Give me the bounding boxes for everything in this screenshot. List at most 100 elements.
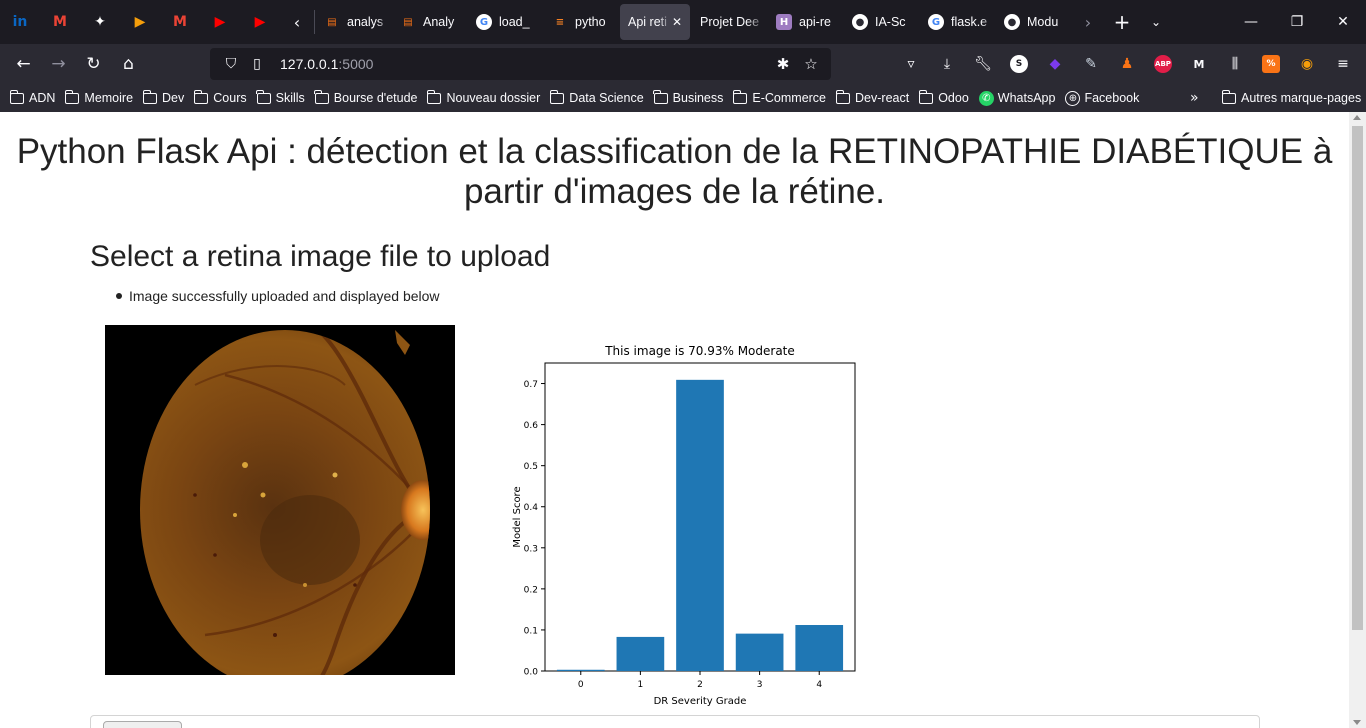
browser-tab[interactable]: ▤ analys: [316, 4, 390, 40]
browser-tab[interactable]: ▤ Analy: [392, 4, 466, 40]
address-bar[interactable]: ⛉ ▯ 127.0.0.1:5000 ✱ ☆: [210, 48, 831, 80]
bookmark-item[interactable]: Dev: [142, 89, 184, 105]
bar-grade-0: [556, 669, 605, 671]
browser-tab[interactable]: Hapi-re: [768, 4, 842, 40]
scrollbar-thumb[interactable]: [1352, 126, 1363, 630]
purple-gem-icon[interactable]: ◆: [1037, 44, 1073, 84]
bookmark-item[interactable]: Dev-react: [835, 89, 909, 105]
stackoverflow-icon: ≡: [555, 16, 565, 28]
folder-icon: [314, 89, 329, 104]
close-tab-icon[interactable]: ✕: [672, 15, 686, 29]
tabs-scroll-left-icon[interactable]: ‹: [280, 0, 314, 44]
color-picker-icon[interactable]: ✎: [1073, 44, 1109, 84]
restore-icon[interactable]: ❐: [1274, 0, 1320, 44]
folder-icon: [256, 89, 271, 104]
linkedin-icon[interactable]: in: [0, 0, 40, 44]
tabs-scroll-right-icon[interactable]: ›: [1071, 0, 1105, 44]
m-extension-icon[interactable]: M: [1181, 44, 1217, 84]
bookmark-item[interactable]: Business: [653, 89, 723, 105]
bookmark-item[interactable]: Data Science: [549, 89, 644, 105]
bookmark-star-icon[interactable]: ☆: [797, 55, 825, 73]
bookmark-item[interactable]: E-Commerce: [732, 89, 827, 105]
extension-bug-icon[interactable]: ✱: [769, 55, 797, 73]
web-page: Python Flask Api : détection et la class…: [0, 112, 1349, 728]
tab-title: analys: [347, 15, 384, 29]
book-icon: ▤: [403, 16, 413, 28]
youtube-icon[interactable]: ▶: [200, 0, 240, 44]
y-tick-label: 0.1: [524, 626, 538, 636]
heroku-icon: H: [776, 14, 792, 30]
bookmark-item[interactable]: ✆ WhatsApp: [978, 90, 1056, 106]
tab-title: pytho: [575, 15, 606, 29]
other-bookmarks[interactable]: Autres marque-pages: [1221, 84, 1361, 112]
bookmark-item[interactable]: Nouveau dossier: [426, 89, 540, 105]
bookmarks-toolbar: ADN Memoire Dev Cours Skills Bourse d'etude No…: [0, 84, 1366, 112]
retina-fundus-picture: [105, 325, 455, 675]
bookmark-label: Odoo: [938, 91, 969, 105]
x-tick-label: 0: [578, 680, 584, 690]
browser-window: in M ✦ ▶ M ▶ ▶ ‹ ▤ analys ▤ Analy Gload_ ≡ pytho Api …: [0, 0, 1366, 728]
pocket-icon[interactable]: ▿: [893, 44, 929, 84]
bookmark-label: WhatsApp: [997, 91, 1056, 105]
bookmark-item[interactable]: Cours: [193, 89, 247, 105]
bookmark-label: E-Commerce: [752, 91, 827, 105]
percent-extension-icon[interactable]: %: [1253, 44, 1289, 84]
menu-icon[interactable]: ≡: [1325, 44, 1361, 84]
wrench-icon[interactable]: 🔧︎: [965, 44, 1001, 84]
forward-icon[interactable]: →: [41, 48, 76, 80]
bar-grade-2: [676, 379, 724, 671]
download-icon[interactable]: ⤓: [929, 44, 965, 84]
scroll-down-icon[interactable]: [1353, 720, 1361, 725]
skype-icon[interactable]: S: [1001, 44, 1037, 84]
minimize-icon[interactable]: —: [1228, 0, 1274, 44]
browser-tab[interactable]: Api reti ✕: [620, 4, 690, 40]
tab-strip: in M ✦ ▶ M ▶ ▶ ‹ ▤ analys ▤ Analy Gload_ ≡ pytho Api …: [0, 0, 1366, 44]
new-tab-button[interactable]: +: [1105, 0, 1139, 44]
owl-extension-icon[interactable]: ◉: [1289, 44, 1325, 84]
browser-tab[interactable]: ≡ pytho: [544, 4, 618, 40]
page-scrollbar[interactable]: [1349, 112, 1366, 728]
browser-tab[interactable]: Projet Dee: [692, 4, 766, 40]
upload-form: [90, 715, 1260, 728]
tab-title: Projet Dee: [700, 15, 760, 29]
bookmark-item[interactable]: ⊕ Facebook: [1065, 90, 1139, 106]
bookmark-label: ADN: [29, 91, 56, 105]
bookmark-item[interactable]: Skills: [256, 89, 305, 105]
play-icon[interactable]: ▶: [120, 0, 160, 44]
gmail-icon[interactable]: M: [40, 0, 80, 44]
close-window-icon[interactable]: ✕: [1320, 0, 1366, 44]
shield-icon[interactable]: ⛉: [218, 56, 244, 72]
reload-icon[interactable]: ↻: [76, 48, 111, 80]
adblock-icon[interactable]: ABP: [1145, 44, 1181, 84]
scroll-up-icon[interactable]: [1353, 115, 1361, 120]
folder-icon: [732, 89, 748, 104]
tab-title: load_: [499, 15, 530, 29]
browser-tab[interactable]: ● Modu: [996, 4, 1070, 40]
upload-heading: Select a retina image file to upload: [90, 240, 551, 273]
profile-extension-icon[interactable]: ♟: [1109, 44, 1145, 84]
page-info-icon[interactable]: ▯: [244, 56, 270, 72]
gmail-icon[interactable]: M: [160, 0, 200, 44]
bookmarks-overflow-icon[interactable]: »: [1190, 84, 1199, 112]
address-bar-actions: ✱ ☆: [769, 48, 825, 80]
choose-file-button[interactable]: [103, 721, 182, 728]
game-icon[interactable]: ✦: [80, 0, 120, 44]
browser-tab[interactable]: Gload_: [468, 4, 542, 40]
url-text[interactable]: 127.0.0.1:5000: [280, 56, 373, 72]
list-all-tabs-icon[interactable]: ⌄: [1139, 0, 1173, 44]
browser-tab[interactable]: ● IA-Sc: [844, 4, 918, 40]
bookmark-label: Skills: [275, 91, 305, 105]
bookmark-item[interactable]: Bourse d'etude: [314, 89, 417, 105]
home-icon[interactable]: ⌂: [111, 48, 146, 80]
retina-image: [105, 325, 455, 675]
library-icon[interactable]: ⫼: [1217, 44, 1253, 84]
browser-tab[interactable]: Gflask.e: [920, 4, 994, 40]
bookmark-item[interactable]: ADN: [9, 89, 56, 105]
back-icon[interactable]: ←: [6, 48, 41, 80]
bookmark-item[interactable]: Memoire: [64, 89, 133, 105]
y-tick-label: 0.7: [524, 380, 538, 390]
tab-title: IA-Sc: [875, 15, 906, 29]
bookmark-item[interactable]: Odoo: [918, 89, 969, 105]
youtube-icon[interactable]: ▶: [240, 0, 280, 44]
extensions-toolbar: ▿ ⤓ 🔧︎ S ◆ ✎ ♟ ABP M ⫼ % ◉ ≡: [893, 44, 1361, 84]
